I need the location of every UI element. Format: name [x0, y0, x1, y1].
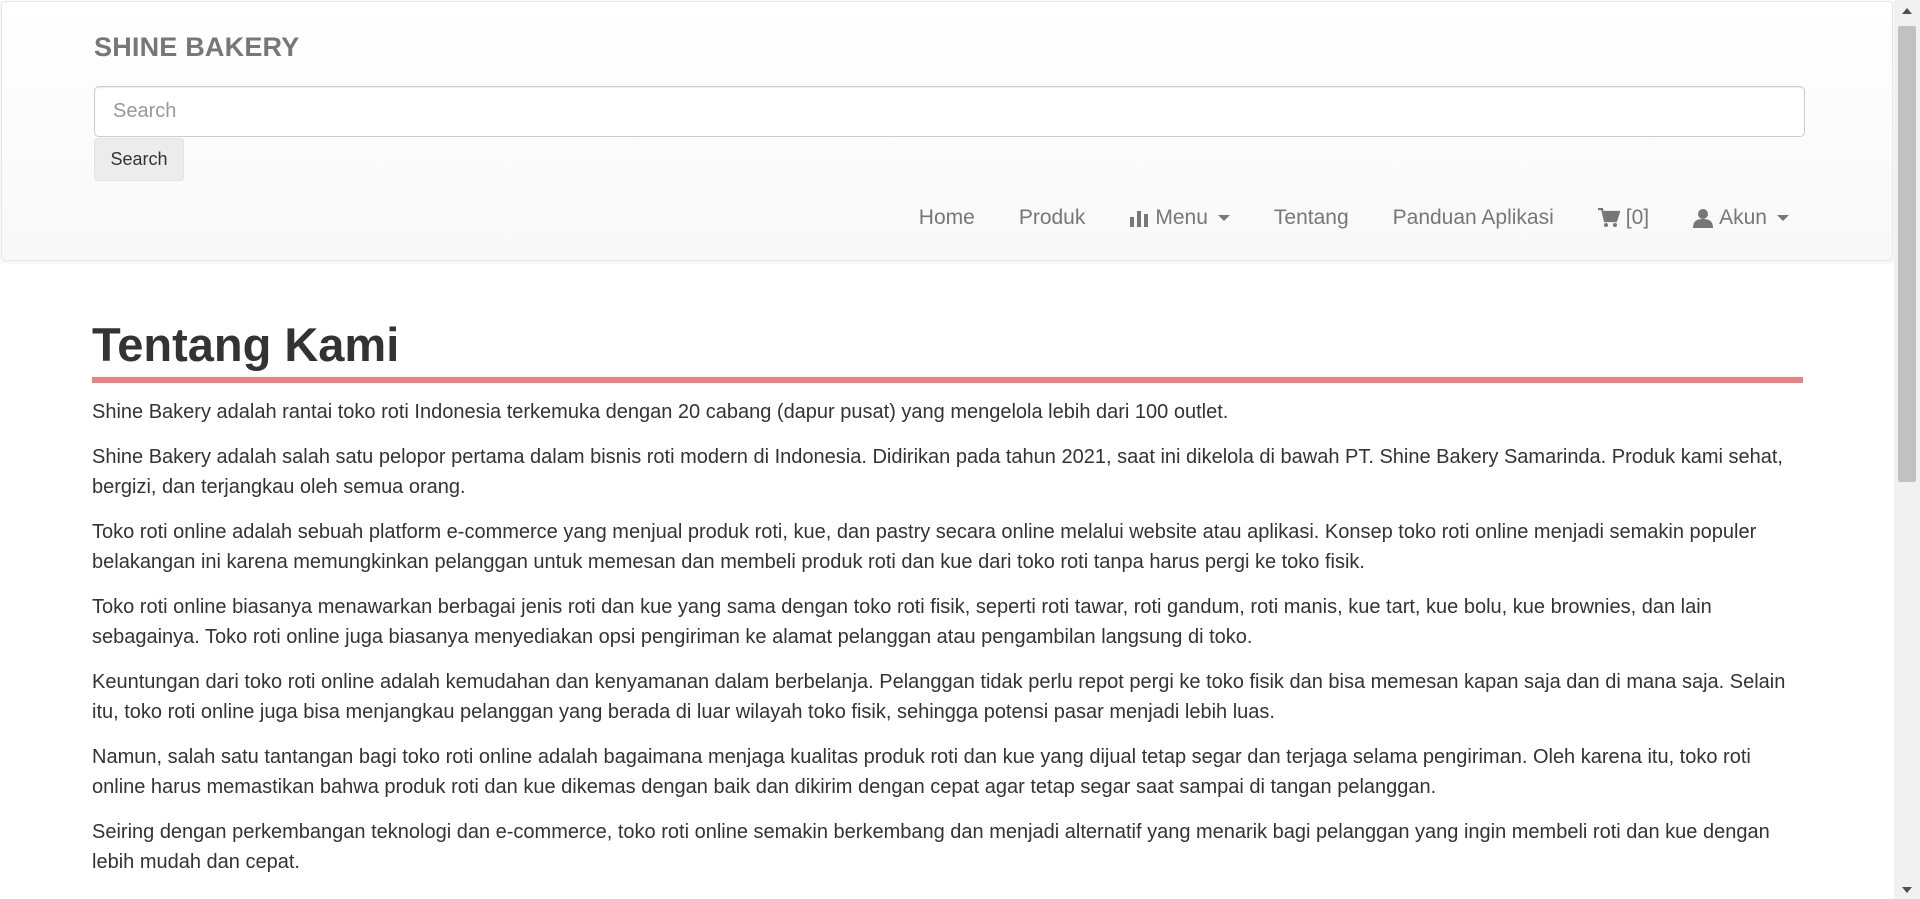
- about-paragraph: Seiring dengan perkembangan teknologi da…: [92, 821, 1770, 873]
- main-content: Tentang Kami Shine Bakery adalah rantai …: [92, 318, 1803, 892]
- about-paragraph: Toko roti online biasanya menawarkan ber…: [92, 596, 1712, 648]
- nav-tentang[interactable]: Tentang: [1252, 206, 1371, 230]
- user-icon: [1693, 208, 1714, 228]
- scroll-down-icon[interactable]: [1902, 887, 1912, 893]
- scrollbar-thumb[interactable]: [1898, 26, 1916, 482]
- vertical-scrollbar[interactable]: [1894, 0, 1920, 899]
- navbar: SHINE BAKERY Search Home Produk Menu Ten…: [1, 1, 1893, 261]
- nav-akun-dropdown[interactable]: Akun: [1671, 206, 1789, 230]
- title-divider: [92, 377, 1803, 383]
- nav-home[interactable]: Home: [897, 206, 997, 230]
- about-paragraph: Shine Bakery adalah rantai toko roti Ind…: [92, 401, 1229, 423]
- about-paragraph: Namun, salah satu tantangan bagi toko ro…: [92, 746, 1751, 798]
- nav-panduan-aplikasi[interactable]: Panduan Aplikasi: [1371, 206, 1576, 230]
- nav-produk[interactable]: Produk: [997, 206, 1108, 230]
- about-paragraph: Toko roti online adalah sebuah platform …: [92, 521, 1757, 573]
- chevron-down-icon: [1777, 215, 1789, 221]
- about-paragraph: Keuntungan dari toko roti online adalah …: [92, 671, 1786, 723]
- nav-produk-label: Produk: [1018, 206, 1086, 229]
- page-title: Tentang Kami: [92, 318, 400, 371]
- scroll-up-icon[interactable]: [1902, 8, 1912, 14]
- bar-chart-icon: [1129, 209, 1149, 227]
- about-paragraph: Shine Bakery adalah salah satu pelopor p…: [92, 446, 1783, 498]
- nav-menu-label: Menu: [1155, 206, 1208, 229]
- chevron-down-icon: [1217, 215, 1230, 221]
- brand-logo[interactable]: SHINE BAKERY: [94, 32, 299, 63]
- cart-count: [0]: [1625, 206, 1650, 229]
- nav-cart[interactable]: [0]: [1576, 206, 1671, 230]
- nav-panduan-label: Panduan Aplikasi: [1392, 206, 1554, 229]
- nav-akun-label: Akun: [1719, 206, 1767, 229]
- nav-home-label: Home: [918, 206, 975, 229]
- main-nav: Home Produk Menu Tentang Panduan Aplikas…: [897, 198, 1789, 238]
- shopping-cart-icon: [1597, 208, 1620, 228]
- search-input[interactable]: [94, 86, 1805, 137]
- nav-menu-dropdown[interactable]: Menu: [1107, 206, 1252, 230]
- search-button[interactable]: Search: [94, 138, 184, 181]
- nav-tentang-label: Tentang: [1273, 206, 1349, 229]
